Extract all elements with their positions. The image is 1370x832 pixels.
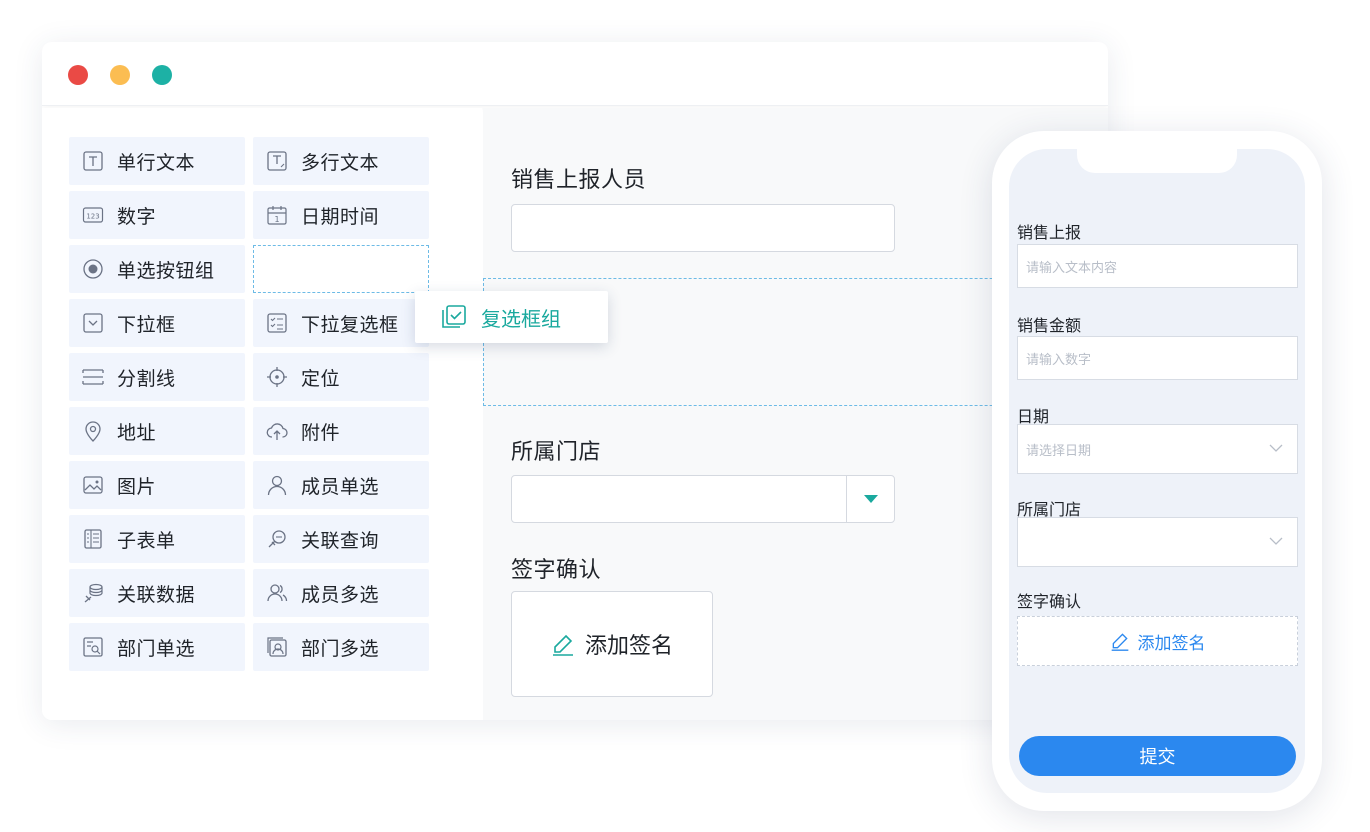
mobile-field-label: 签字确认 [1017,592,1082,611]
palette-item-location[interactable]: 定位 [253,353,429,401]
palette-item-label: 数字 [117,205,157,228]
palette-item-divider[interactable]: 分割线 [69,353,245,401]
palette-item-datetime[interactable]: 1 日期时间 [253,191,429,239]
palette-item-label: 关联数据 [117,583,196,606]
link-query-icon [265,527,289,551]
palette-item-dropdown-checkbox[interactable]: 下拉复选框 [253,299,429,347]
mobile-add-signature-button[interactable]: 添加签名 [1017,616,1298,666]
palette-item-label: 日期时间 [301,205,380,228]
placeholder-text: 请选择日期 [1026,443,1092,459]
palette-item-label: 下拉框 [117,313,176,336]
mobile-number-input[interactable]: 请输入数字 [1017,336,1298,380]
palette-item-dropdown[interactable]: 下拉框 [69,299,245,347]
placeholder-text: 请输入数字 [1026,352,1092,368]
palette-item-label: 部门单选 [117,637,196,660]
checkbox-group-icon [442,305,466,328]
palette-item-label: 关联查询 [301,529,380,552]
add-signature-button[interactable]: 添加签名 [511,591,713,697]
pen-icon [552,634,573,656]
palette-item-label: 单行文本 [117,151,196,174]
svg-text:1: 1 [274,215,279,224]
palette-item-department-multi[interactable]: 部门多选 [253,623,429,671]
palette-item-attachment[interactable]: 附件 [253,407,429,455]
form-builder-window: 单行文本 多行文本 123 数字 1 日期时间 单选按钮组 下拉框 下拉复选框 … [42,42,1108,720]
palette-item-multi-line-text[interactable]: 多行文本 [253,137,429,185]
number-icon: 123 [81,203,105,227]
palette-item-member-multi[interactable]: 成员多选 [253,569,429,617]
placeholder-text: 请输入文本内容 [1026,260,1118,276]
field-label: 所属门店 [511,440,602,465]
palette-item-label: 分割线 [117,367,176,390]
palette-item-department-single[interactable]: 部门单选 [69,623,245,671]
palette-item-image[interactable]: 图片 [69,461,245,509]
textarea-icon [265,149,289,173]
user-icon [265,473,289,497]
submit-button[interactable]: 提交 [1019,736,1296,776]
palette-item-label: 成员多选 [301,583,380,606]
palette-item-label: 图片 [117,475,157,498]
image-icon [81,473,105,497]
palette-item-label: 子表单 [117,529,176,552]
radio-icon [81,257,105,281]
subform-icon [81,527,105,551]
palette-item-label: 地址 [117,421,157,444]
pen-icon [1111,633,1128,651]
chevron-down-icon [1269,537,1283,545]
palette-item-label: 多行文本 [301,151,380,174]
department-icon [81,635,105,659]
upload-cloud-icon [265,419,289,443]
mobile-preview: 销售上报 请输入文本内容 销售金额 请输入数字 日期 请选择日期 所属门店 签字… [992,131,1322,811]
add-signature-label: 添加签名 [584,634,673,659]
palette-item-label: 部门多选 [301,637,380,660]
mobile-add-signature-label: 添加签名 [1137,633,1206,654]
users-icon [265,581,289,605]
palette-item-label: 成员单选 [301,475,380,498]
dropdown-icon [81,311,105,335]
maximize-window-button[interactable] [152,65,172,85]
map-pin-icon [81,419,105,443]
checklist-icon [265,311,289,335]
palette-item-radio-group[interactable]: 单选按钮组 [69,245,245,293]
window-titlebar [42,42,1108,106]
caret-down-icon [863,495,878,503]
text-field-icon [81,149,105,173]
palette-item-number[interactable]: 123 数字 [69,191,245,239]
phone-notch [1077,149,1237,173]
palette-item-subform[interactable]: 子表单 [69,515,245,563]
mobile-field-label: 销售上报 [1017,223,1082,242]
palette-item-address[interactable]: 地址 [69,407,245,455]
palette-item-label: 附件 [301,421,341,444]
mobile-text-input[interactable]: 请输入文本内容 [1017,244,1298,288]
departments-icon [265,635,289,659]
palette-item-member-single[interactable]: 成员单选 [253,461,429,509]
close-window-button[interactable] [68,65,88,85]
link-data-icon [81,581,105,605]
drag-chip-label: 复选框组 [481,306,561,331]
mobile-store-select[interactable] [1017,517,1298,567]
store-select[interactable] [511,475,895,523]
locate-icon [265,365,289,389]
submit-label: 提交 [1139,747,1176,768]
component-palette: 单行文本 多行文本 123 数字 1 日期时间 单选按钮组 下拉框 下拉复选框 … [42,108,482,720]
select-arrow-button[interactable] [846,476,894,522]
divider-icon [81,365,105,389]
palette-item-single-line-text[interactable]: 单行文本 [69,137,245,185]
palette-item-label: 单选按钮组 [117,259,215,282]
palette-item-label: 下拉复选框 [301,313,399,336]
calendar-icon: 1 [265,203,289,227]
palette-item-link-query[interactable]: 关联查询 [253,515,429,563]
dragging-checkbox-group-chip[interactable]: 复选框组 [415,291,608,343]
field-label: 销售上报人员 [511,168,647,193]
sales-reporter-input[interactable] [511,204,895,252]
mobile-field-label: 销售金额 [1017,316,1082,335]
field-label: 签字确认 [511,558,602,583]
mobile-date-select[interactable]: 请选择日期 [1017,424,1298,474]
palette-item-link-data[interactable]: 关联数据 [69,569,245,617]
palette-item-label: 定位 [301,367,341,390]
mobile-screen: 销售上报 请输入文本内容 销售金额 请输入数字 日期 请选择日期 所属门店 签字… [1009,149,1305,793]
palette-empty-slot [253,245,429,293]
minimize-window-button[interactable] [110,65,130,85]
chevron-down-icon [1269,444,1283,452]
svg-text:123: 123 [86,213,99,221]
